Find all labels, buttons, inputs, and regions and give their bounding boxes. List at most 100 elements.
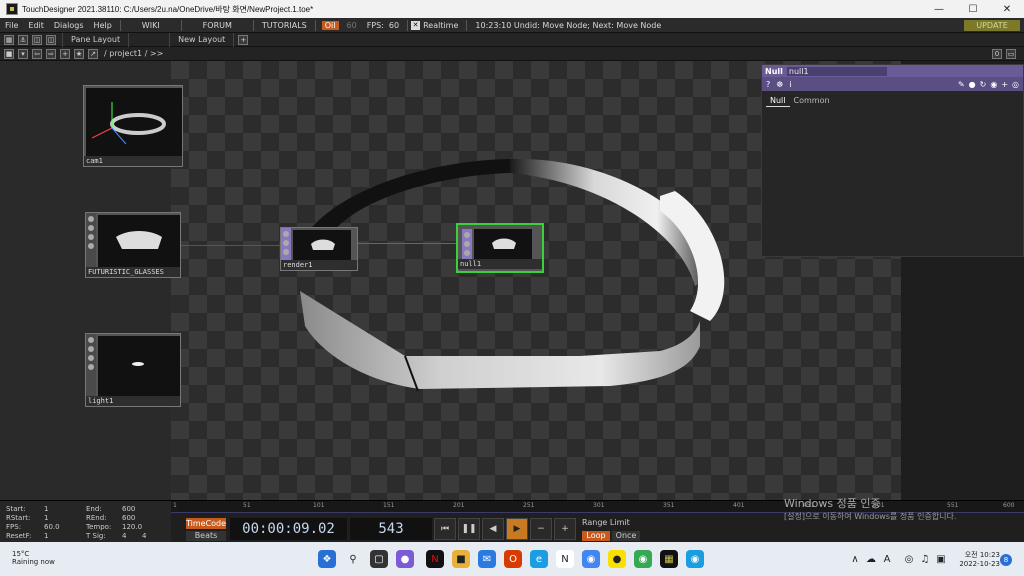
node-name[interactable]: null1 xyxy=(458,259,542,269)
mail-icon[interactable]: ✉ xyxy=(478,550,496,568)
node-name[interactable]: cam1 xyxy=(84,156,182,166)
add-icon[interactable]: + xyxy=(60,48,70,59)
play-reverse-icon[interactable]: ◀ xyxy=(482,518,504,540)
start-icon[interactable]: ❖ xyxy=(318,550,336,568)
new-layout-tab[interactable]: New Layout xyxy=(169,32,235,47)
loop-button[interactable]: Loop xyxy=(582,531,610,541)
camera-preview-icon xyxy=(91,102,166,145)
clock[interactable]: 오전 10:23 2022-10-23 xyxy=(959,550,1000,568)
add-icon[interactable]: + xyxy=(1001,80,1008,89)
realtime-checkbox[interactable]: ✕ xyxy=(411,20,421,30)
back-icon[interactable]: ⇦ xyxy=(32,48,42,59)
chat-icon[interactable]: ● xyxy=(396,550,414,568)
node-flags[interactable] xyxy=(86,213,96,269)
chevron-down-icon[interactable]: ▾ xyxy=(18,48,28,59)
op-type: Null xyxy=(765,66,783,76)
frame-display[interactable]: 543 xyxy=(350,518,432,540)
geo-node[interactable]: FUTURISTIC_GLASSES xyxy=(85,212,181,278)
office-icon[interactable]: O xyxy=(504,550,522,568)
split-vertical-icon[interactable]: ◫ xyxy=(46,34,56,45)
render1-node[interactable]: render1 xyxy=(280,227,358,271)
netflix-icon[interactable]: N xyxy=(426,550,444,568)
task-view-icon[interactable]: ▢ xyxy=(370,550,388,568)
tab-null[interactable]: Null xyxy=(766,95,790,107)
node-name[interactable]: light1 xyxy=(86,396,180,406)
stop-icon[interactable]: ■ xyxy=(4,48,14,59)
fps-value[interactable]: 60.0 xyxy=(44,523,60,531)
info-icon[interactable]: i xyxy=(789,80,791,89)
go-start-icon[interactable]: ⏮ xyxy=(434,518,456,540)
battery-icon[interactable]: ▣ xyxy=(932,550,950,568)
start-value[interactable]: 1 xyxy=(44,505,48,513)
wiki-button[interactable]: WIKI xyxy=(124,21,178,30)
forum-button[interactable]: FORUM xyxy=(185,21,250,30)
breadcrumb[interactable]: / project1 / >> xyxy=(104,49,163,58)
rend-value[interactable]: 600 xyxy=(122,514,135,522)
edit-icon[interactable]: ✎ xyxy=(958,80,965,89)
null1-node[interactable]: null1 xyxy=(456,223,544,273)
node-flags[interactable] xyxy=(462,229,472,261)
touchdesigner-taskbar-icon[interactable]: ▦ xyxy=(660,550,678,568)
python-icon[interactable]: ☸ xyxy=(776,80,783,89)
resetf-value[interactable]: 1 xyxy=(44,532,48,540)
star-icon[interactable]: ★ xyxy=(74,48,84,59)
pane-layout-tab[interactable]: Pane Layout xyxy=(62,32,130,47)
chrome-profile-icon[interactable]: ◉ xyxy=(634,550,652,568)
end-value[interactable]: 600 xyxy=(122,505,135,513)
weather-widget[interactable]: 15°C Raining now xyxy=(12,550,55,566)
notification-badge[interactable]: 8 xyxy=(1000,554,1012,566)
chrome-alt-icon[interactable]: ◉ xyxy=(686,550,704,568)
menu-file[interactable]: File xyxy=(0,21,23,30)
minimize-button[interactable]: — xyxy=(922,0,956,18)
step-forward-icon[interactable]: + xyxy=(554,518,576,540)
ime-indicator[interactable]: A xyxy=(878,550,896,568)
node-flags[interactable] xyxy=(86,334,96,398)
tsig-value-b[interactable]: 4 xyxy=(142,532,146,540)
once-button[interactable]: Once xyxy=(612,531,640,541)
target-icon[interactable]: ◎ xyxy=(1012,80,1019,89)
pane-grid-icon[interactable]: ▦ xyxy=(4,34,14,45)
add-layout-button[interactable]: + xyxy=(238,34,249,45)
light1-node[interactable]: light1 xyxy=(85,333,181,407)
tsig-value-a[interactable]: 4 xyxy=(122,532,126,540)
menu-help[interactable]: Help xyxy=(89,21,117,30)
comment-icon[interactable]: ● xyxy=(969,80,976,89)
pause-icon[interactable]: ❚❚ xyxy=(458,518,480,540)
op-name-field[interactable]: null1 xyxy=(786,66,887,76)
maximize-button[interactable]: ☐ xyxy=(956,0,990,18)
timecode-toggle[interactable]: TimeCode xyxy=(186,518,226,529)
play-icon[interactable]: ▶ xyxy=(506,518,528,540)
tab-common[interactable]: Common xyxy=(790,95,834,107)
anchor-icon[interactable]: ⚓ xyxy=(18,34,28,45)
search-icon[interactable]: ⚲ xyxy=(344,550,362,568)
help-icon[interactable]: ? xyxy=(766,80,770,89)
folder-icon[interactable]: ■ xyxy=(452,550,470,568)
kakaotalk-icon[interactable]: ● xyxy=(608,550,626,568)
edge-icon[interactable]: e xyxy=(530,550,548,568)
notion-icon[interactable]: N xyxy=(556,550,574,568)
rstart-value[interactable]: 1 xyxy=(44,514,48,522)
cam1-node[interactable]: cam1 xyxy=(83,85,183,167)
ruler-tick: 1 xyxy=(173,502,177,509)
menu-dialogs[interactable]: Dialogs xyxy=(49,21,89,30)
close-button[interactable]: ✕ xyxy=(990,0,1024,18)
expand-icon[interactable]: ↗ xyxy=(88,48,98,59)
update-button[interactable]: UPDATE xyxy=(964,20,1020,31)
time-settings: Start: 1 End: 600 RStart: 1 REnd: 600 FP… xyxy=(0,501,171,543)
node-name[interactable]: FUTURISTIC_GLASSES xyxy=(86,267,180,277)
tempo-value[interactable]: 120.0 xyxy=(122,523,142,531)
tutorials-button[interactable]: TUTORIALS xyxy=(257,21,312,30)
node-name[interactable]: render1 xyxy=(281,260,357,270)
split-icon[interactable]: ◫ xyxy=(32,34,42,45)
beats-toggle[interactable]: Beats xyxy=(186,531,226,541)
color-icon[interactable]: ◉ xyxy=(990,80,997,89)
forward-icon[interactable]: ⇨ xyxy=(46,48,56,59)
menu-edit[interactable]: Edit xyxy=(23,21,49,30)
oil-badge[interactable]: Oil xyxy=(321,20,339,30)
refresh-icon[interactable]: ↻ xyxy=(980,80,987,89)
viewer-toggle-icon[interactable]: ▭ xyxy=(1006,48,1016,59)
chrome-icon[interactable]: ◉ xyxy=(582,550,600,568)
timecode-display[interactable]: 00:00:09.02 xyxy=(230,518,347,540)
node-flags[interactable] xyxy=(281,228,291,262)
step-back-icon[interactable]: − xyxy=(530,518,552,540)
